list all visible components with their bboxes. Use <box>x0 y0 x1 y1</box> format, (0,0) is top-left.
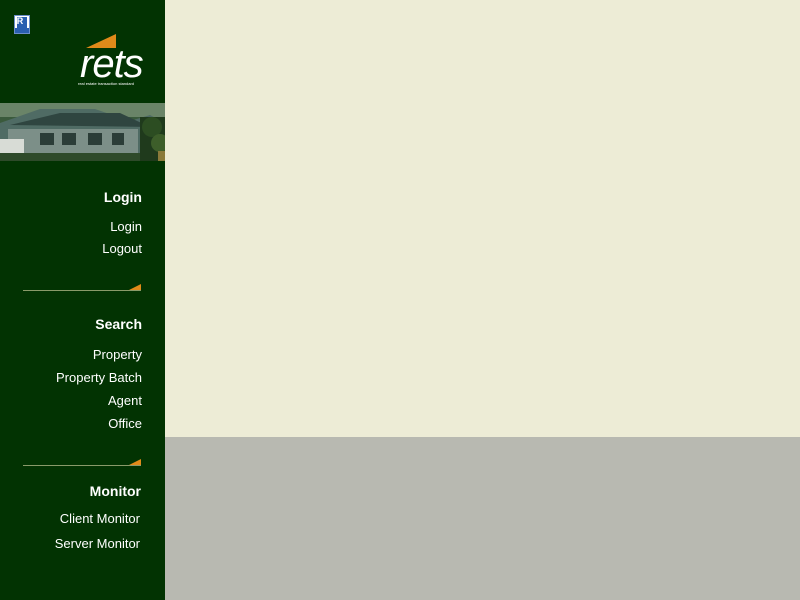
logo-wordmark: rets <box>80 42 144 86</box>
menu-item-agent[interactable]: Agent <box>12 393 142 408</box>
menu-item-login[interactable]: Login <box>12 219 142 234</box>
menu-item-logout[interactable]: Logout <box>12 241 142 256</box>
main-content-area <box>165 0 800 437</box>
menu-item-client-monitor[interactable]: Client Monitor <box>10 511 140 526</box>
divider-triangle-icon <box>129 459 141 465</box>
rets-logo: rets real estate transaction standard <box>78 30 150 90</box>
menu-item-property-batch[interactable]: Property Batch <box>12 370 142 385</box>
menu-item-office[interactable]: Office <box>12 416 142 431</box>
divider-triangle-icon <box>129 284 141 290</box>
search-section-heading: Search <box>95 316 142 332</box>
realtor-logo-icon: R <box>14 15 30 34</box>
login-section-heading: Login <box>103 189 142 205</box>
section-divider <box>23 456 141 466</box>
section-divider <box>23 281 141 291</box>
menu-item-server-monitor[interactable]: Server Monitor <box>10 536 140 551</box>
logo-tagline: real estate transaction standard <box>78 81 134 86</box>
menu-item-property[interactable]: Property <box>12 347 142 362</box>
monitor-section-heading: Monitor <box>89 483 141 499</box>
sidebar: R rets real estate transaction standard <box>0 0 165 600</box>
house-photo <box>0 103 165 161</box>
